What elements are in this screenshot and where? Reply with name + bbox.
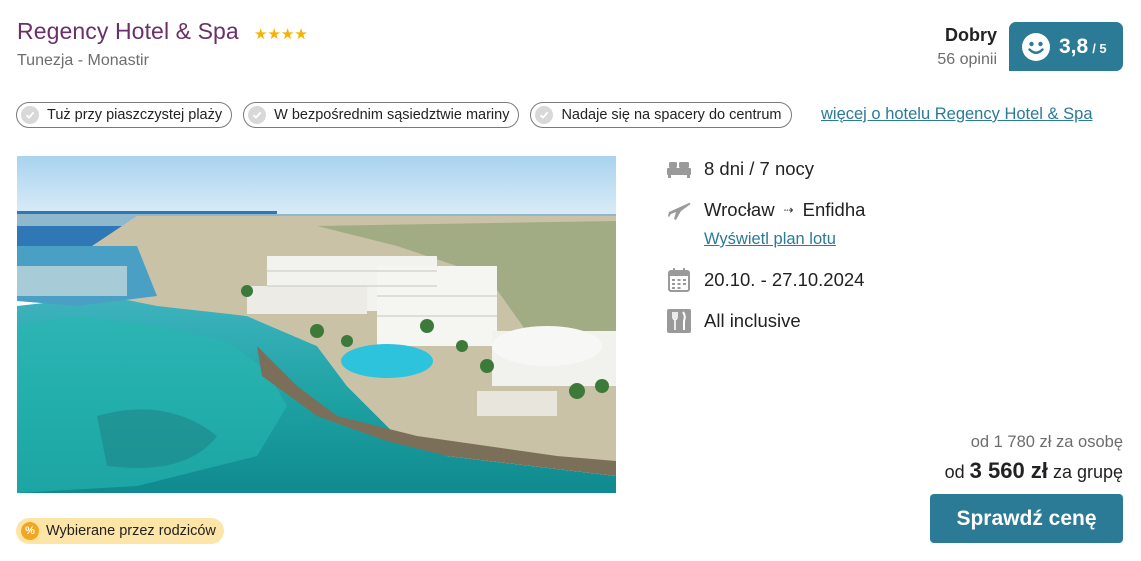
smiley-icon bbox=[1022, 32, 1050, 61]
hotel-location: Tunezja - Monastir bbox=[17, 52, 149, 69]
check-icon bbox=[248, 106, 267, 124]
price-per-person: od 1 780 zł za osobę bbox=[970, 433, 1123, 451]
check-icon bbox=[535, 106, 554, 124]
check-price-button[interactable]: Sprawdź cenę bbox=[930, 494, 1123, 543]
price-group: od 3 560 zł za grupę bbox=[945, 458, 1123, 484]
trip-duration-row: 8 dni / 7 nocy bbox=[666, 157, 814, 181]
flight-route-row: Wrocław ⇢ Enfidha bbox=[666, 198, 865, 222]
check-icon bbox=[21, 106, 39, 124]
more-about-hotel-link[interactable]: więcej o hotelu Regency Hotel & Spa bbox=[821, 105, 1093, 124]
rating-reviews-count[interactable]: 56 opinii bbox=[937, 51, 997, 69]
feature-tag-label: Nadaje się na spacery do centrum bbox=[561, 107, 782, 123]
trip-duration: 8 dni / 7 nocy bbox=[704, 158, 815, 179]
rating-label: Dobry bbox=[944, 25, 997, 45]
price-group-prefix: od bbox=[944, 462, 965, 482]
arrival-city: Enfidha bbox=[802, 199, 866, 220]
feature-tag-center[interactable]: Nadaje się na spacery do centrum bbox=[530, 102, 792, 128]
departure-city: Wrocław bbox=[704, 199, 775, 220]
feature-tag-marina[interactable]: W bezpośrednim sąsiedztwie mariny bbox=[243, 102, 520, 128]
calendar-icon bbox=[666, 268, 692, 292]
star-rating: ★★★★ bbox=[254, 26, 308, 43]
trip-dates: 20.10. - 27.10.2024 bbox=[704, 269, 865, 290]
feature-tags: Tuż przy piaszczystej plaży W bezpośredn… bbox=[16, 102, 792, 128]
badge-label: Wybierane przez rodziców bbox=[46, 523, 216, 539]
rating-max: / 5 bbox=[1092, 40, 1107, 56]
price-group-amount: 3 560 zł bbox=[969, 458, 1048, 483]
percent-icon: % bbox=[21, 522, 39, 540]
hotel-name[interactable]: Regency Hotel & Spa bbox=[17, 18, 239, 45]
rating-score: 3,8 bbox=[1059, 34, 1089, 58]
cutlery-icon bbox=[666, 309, 692, 333]
board-type-row: All inclusive bbox=[666, 309, 801, 333]
feature-tag-label: W bezpośrednim sąsiedztwie mariny bbox=[274, 107, 510, 123]
flight-plan-link[interactable]: Wyświetl plan lotu bbox=[704, 230, 836, 249]
arrow-right-icon: ⇢ bbox=[783, 203, 794, 217]
hotel-photo[interactable] bbox=[17, 156, 616, 493]
trip-dates-row: 20.10. - 27.10.2024 bbox=[666, 268, 864, 292]
rating-box[interactable]: 3,8 / 5 bbox=[1009, 22, 1123, 71]
feature-tag-beach[interactable]: Tuż przy piaszczystej plaży bbox=[16, 102, 233, 128]
price-group-suffix: za grupę bbox=[1052, 462, 1123, 482]
parents-choice-badge: % Wybierane przez rodziców bbox=[16, 518, 224, 544]
airplane-icon bbox=[666, 198, 692, 222]
board-type: All inclusive bbox=[704, 310, 801, 331]
feature-tag-label: Tuż przy piaszczystej plaży bbox=[47, 107, 223, 123]
bed-icon bbox=[666, 157, 692, 181]
